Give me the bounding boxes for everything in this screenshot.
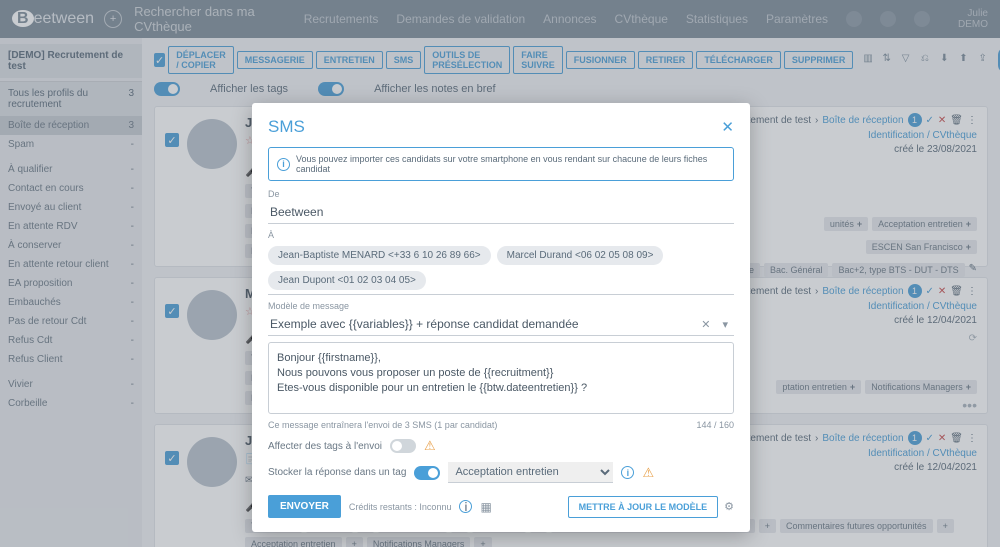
info-icon[interactable]: i [621,466,634,479]
send-summary: Ce message entraînera l'envoi de 3 SMS (… [268,420,497,430]
toggle-store-tag[interactable] [414,466,440,480]
recipient-chip[interactable]: Marcel Durand <06 02 05 08 09> [497,246,664,265]
chevron-down-icon[interactable]: ▾ [716,318,734,331]
info-icon[interactable]: i [459,500,472,513]
clear-icon[interactable]: ✕ [695,318,716,331]
opt-store-label: Stocker la réponse dans un tag [268,467,406,478]
recipient-chip[interactable]: Jean Dupont <01 02 03 04 05> [268,271,426,290]
message-body[interactable]: Bonjour {{firstname}}, Nous pouvons vous… [268,342,734,414]
template-label: Modèle de message [268,301,734,311]
info-icon: i [277,158,290,171]
opt-tags-label: Affecter des tags à l'envoi [268,441,382,452]
store-tag-select[interactable]: Acceptation entretien [448,462,613,483]
sms-modal: SMS ✕ i Vous pouvez importer ces candida… [252,103,750,532]
close-icon[interactable]: ✕ [721,118,734,136]
gear-icon[interactable]: ⚙ [724,500,734,513]
info-banner: i Vous pouvez importer ces candidats sur… [268,147,734,181]
update-template-button[interactable]: METTRE À JOUR LE MODÈLE [568,496,719,518]
template-select[interactable]: ✕ ▾ [268,313,734,336]
warning-icon: ⚠ [642,465,654,481]
toggle-affect-tags[interactable] [390,439,416,453]
credits-label: Crédits restants : Inconnu [349,502,452,512]
calculator-icon[interactable]: ▦ [480,500,491,514]
recipient-chip[interactable]: Jean-Baptiste MENARD <+33 6 10 26 89 66> [268,246,491,265]
recipients-field[interactable]: Jean-Baptiste MENARD <+33 6 10 26 89 66>… [268,242,734,295]
to-label: À [268,230,734,240]
from-label: De [268,189,734,199]
char-count: 144 / 160 [696,420,734,430]
modal-title: SMS [268,117,305,137]
warning-icon: ⚠ [424,438,436,454]
send-button[interactable]: ENVOYER [268,495,341,518]
from-input[interactable] [268,201,734,224]
template-input[interactable] [268,313,695,335]
